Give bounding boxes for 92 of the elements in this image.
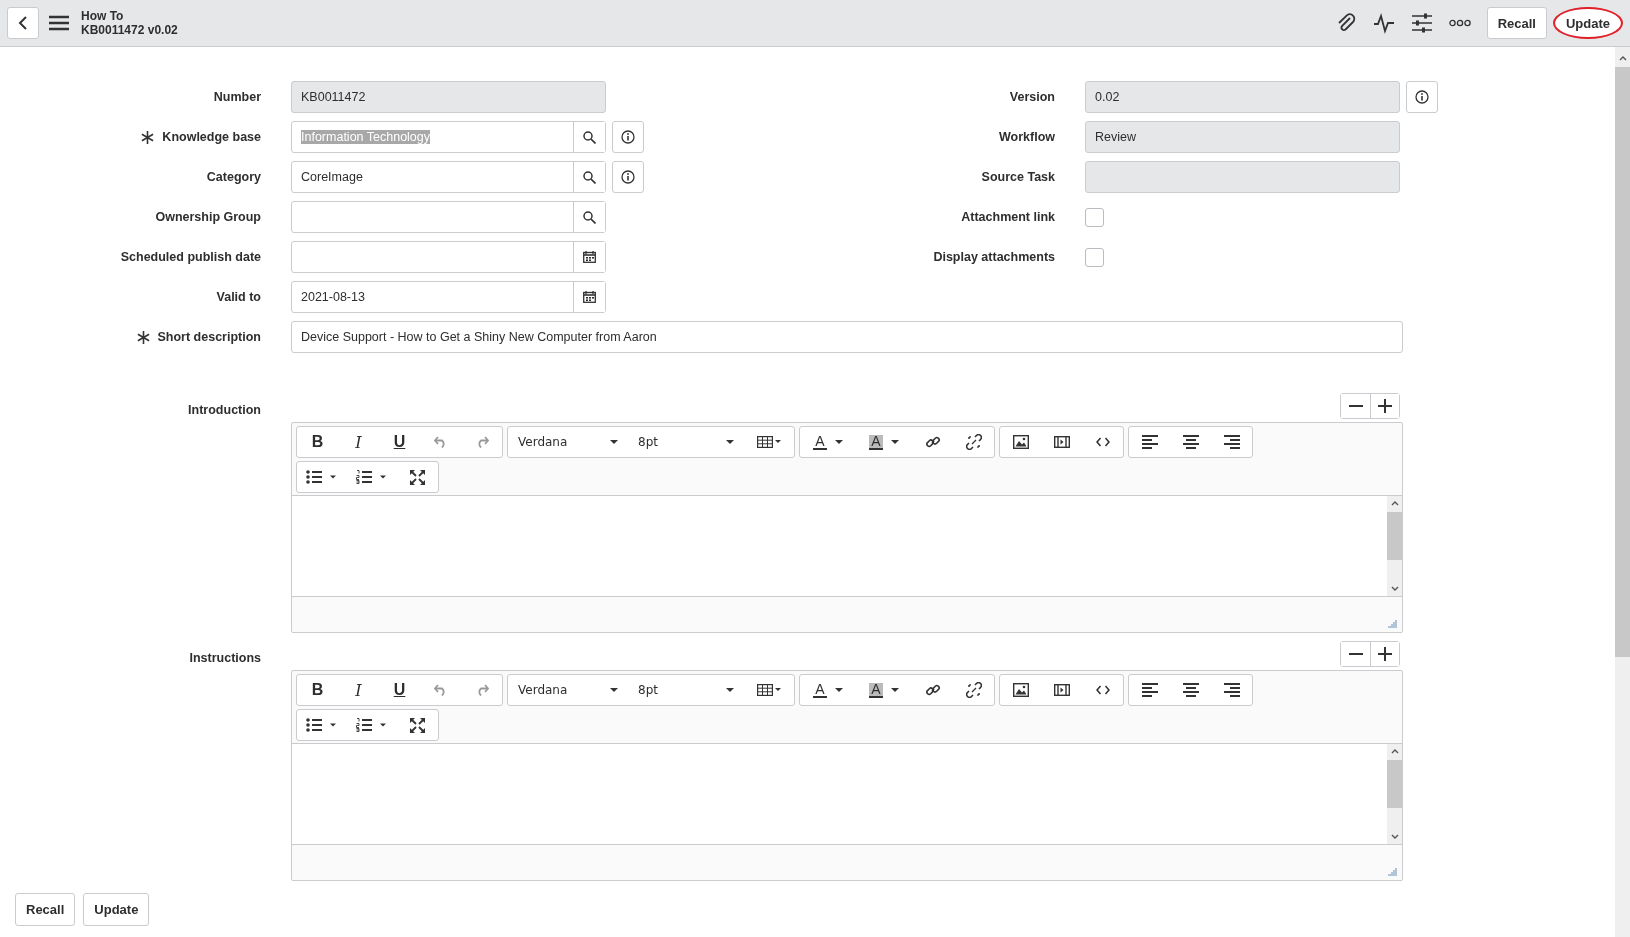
scroll-down-icon[interactable] — [1390, 834, 1399, 840]
resize-grip-icon[interactable] — [1388, 620, 1397, 628]
plus-icon — [1378, 647, 1392, 661]
scroll-up-icon[interactable] — [1390, 748, 1399, 754]
form-action-button[interactable]: Update — [83, 893, 150, 926]
field-label: Valid to — [216, 290, 261, 304]
align-right-icon — [1223, 683, 1240, 697]
info-icon — [621, 170, 635, 184]
scroll-up-icon[interactable] — [1390, 500, 1399, 506]
form-action-button[interactable]: Recall — [15, 893, 76, 926]
format-button[interactable]: U — [379, 675, 420, 705]
checkbox[interactable] — [1085, 207, 1104, 227]
info-button[interactable] — [612, 161, 644, 193]
align-left-icon — [1141, 435, 1158, 449]
table-icon — [757, 436, 781, 448]
format-button[interactable]: B — [297, 675, 338, 705]
code-icon — [1095, 437, 1110, 447]
header-action-button[interactable]: Recall — [1486, 7, 1547, 39]
code-icon — [1095, 685, 1110, 695]
broken-link-icon — [965, 682, 982, 698]
film-icon — [1053, 684, 1070, 696]
text-color-button[interactable]: A — [800, 427, 856, 457]
font-size-dropdown[interactable]: 8pt — [628, 675, 744, 705]
menu-icon[interactable] — [49, 15, 69, 31]
activity-icon[interactable] — [1372, 12, 1395, 34]
scrollbar[interactable] — [1387, 744, 1402, 844]
broken-link-icon — [965, 434, 982, 450]
minus-icon — [1348, 653, 1363, 655]
image-icon — [1012, 435, 1029, 449]
readonly-field: KB0011472 — [291, 81, 606, 113]
numbered-list-icon — [356, 718, 388, 732]
bullet-list-icon — [306, 470, 338, 484]
info-icon — [1415, 90, 1429, 104]
align-left-icon — [1141, 683, 1158, 697]
readonly-field: Review — [1085, 121, 1400, 153]
format-button[interactable]: I — [338, 427, 379, 457]
align-right-icon — [1223, 435, 1240, 449]
sliders-icon[interactable] — [1410, 12, 1433, 34]
field-label: Number — [213, 90, 261, 104]
font-dropdown[interactable]: Verdana — [508, 427, 628, 457]
field-label: Instructions — [189, 651, 261, 665]
link-icon — [924, 682, 941, 698]
field-label: Display attachments — [933, 250, 1055, 264]
minus-icon — [1348, 405, 1363, 407]
format-button[interactable]: B — [297, 427, 338, 457]
scroll-down-icon[interactable] — [1390, 586, 1399, 592]
info-icon — [621, 130, 635, 144]
align-center-icon — [1182, 683, 1199, 697]
format-button[interactable]: U — [379, 427, 420, 457]
table-icon — [757, 684, 781, 696]
link-icon — [924, 434, 941, 450]
fullscreen-icon — [410, 469, 425, 485]
field-label: Introduction — [188, 403, 261, 417]
film-icon — [1053, 436, 1070, 448]
field-label: Attachment link — [961, 210, 1055, 224]
field-label: Short description — [157, 330, 261, 344]
expand-button[interactable] — [1370, 642, 1399, 666]
align-center-icon — [1182, 435, 1199, 449]
scrollbar[interactable] — [1387, 496, 1402, 596]
checkbox[interactable] — [1085, 247, 1104, 267]
format-button[interactable]: I — [338, 675, 379, 705]
field-label: Version — [1009, 90, 1055, 104]
chevron-left-icon — [18, 16, 28, 30]
numbered-list-icon — [356, 470, 388, 484]
field-label: Scheduled publish date — [120, 250, 261, 264]
info-button[interactable] — [612, 121, 644, 153]
highlight-color-button[interactable]: A — [856, 427, 912, 457]
field-label: Source Task — [981, 170, 1055, 184]
highlight-color-button[interactable]: A — [856, 675, 912, 705]
field-label: Ownership Group — [155, 210, 261, 224]
font-size-dropdown[interactable]: 8pt — [628, 427, 744, 457]
info-button[interactable] — [1406, 81, 1438, 113]
fullscreen-icon — [410, 717, 425, 733]
field-label: Category — [206, 170, 261, 184]
input-field[interactable]: Device Support - How to Get a Shiny New Computer from Aaron — [291, 321, 1403, 353]
field-label: Workflow — [998, 130, 1055, 144]
field-label: Knowledge base — [162, 130, 261, 144]
record-type-title: How To — [81, 9, 125, 23]
scroll-up-icon[interactable] — [1618, 55, 1627, 61]
page-scrollbar[interactable] — [1615, 47, 1630, 937]
bullet-list-icon — [306, 718, 338, 732]
text-color-button[interactable]: A — [800, 675, 856, 705]
image-icon — [1012, 683, 1029, 697]
record-number-title: KB0011472 v0.02 — [81, 23, 178, 37]
readonly-field: 0.02 — [1085, 81, 1400, 113]
header-action-button[interactable]: Update — [1552, 7, 1623, 39]
font-dropdown[interactable]: Verdana — [508, 675, 628, 705]
resize-grip-icon[interactable] — [1388, 868, 1397, 876]
expand-button[interactable] — [1370, 394, 1399, 418]
back-button[interactable] — [7, 7, 39, 39]
plus-icon — [1378, 399, 1392, 413]
more-icon[interactable] — [1448, 19, 1471, 27]
